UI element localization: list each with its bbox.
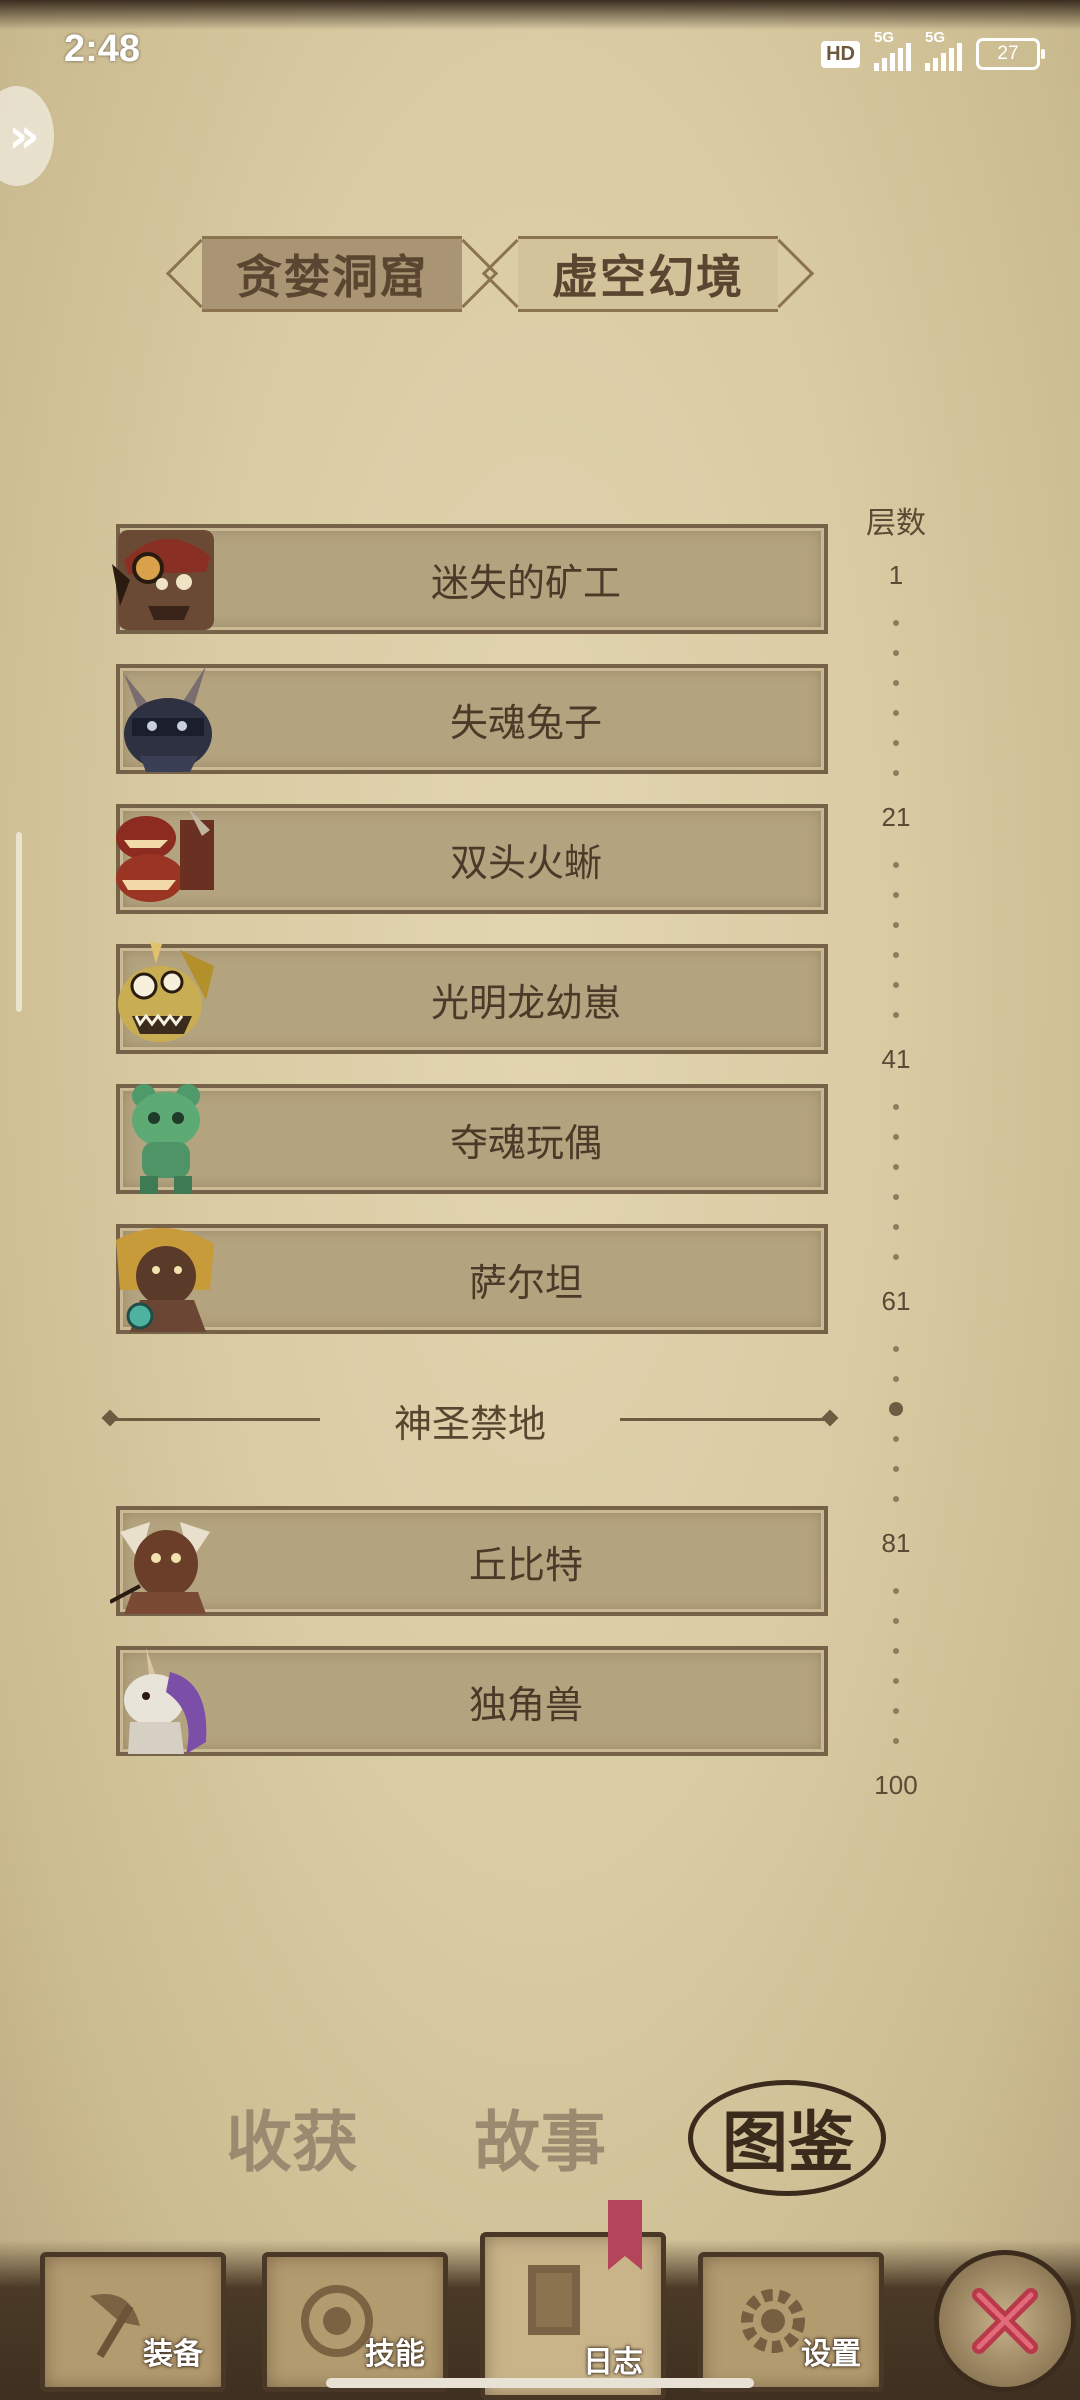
nav-label: 设置: [801, 2337, 861, 2372]
floor-dot: [893, 952, 899, 958]
app-screen: 2:48 HD 5G 5G 27 » 贪婪洞窟 虚空幻境 层数 1 21 41 …: [0, 0, 1080, 2400]
signal-icon: 5G: [925, 29, 962, 71]
tab-harvest[interactable]: 收获: [202, 2092, 382, 2182]
nav-label: 装备: [143, 2337, 203, 2372]
floor-mark: 100: [874, 1770, 918, 1800]
floor-dot: [893, 1648, 899, 1654]
floor-dot: [893, 740, 899, 746]
monster-name: 独角兽: [468, 1682, 583, 1727]
floor-mark: 81: [881, 1528, 911, 1558]
scroll-indicator: [16, 832, 22, 1012]
monster-entry[interactable]: 光明龙幼崽: [116, 942, 828, 1054]
floor-mark: 61: [881, 1286, 911, 1316]
home-indicator: [326, 2378, 754, 2388]
divider-line: [620, 1418, 830, 1421]
tab-void-realm[interactable]: 虚空幻境: [512, 236, 784, 312]
monster-entry[interactable]: 夺魂玩偶: [116, 1084, 828, 1194]
unicorn-portrait-icon: [110, 1642, 220, 1758]
nav-label: 技能: [365, 2337, 425, 2372]
tab-codex[interactable]: 图鉴: [698, 2092, 878, 2182]
floor-dot: [893, 1346, 899, 1352]
sultan-portrait-icon: [110, 1220, 220, 1336]
floor-dot: [893, 1164, 899, 1170]
monster-name: 双头火蜥: [449, 840, 602, 885]
nav-equipment-button[interactable]: 装备: [40, 2252, 226, 2392]
floor-dot: [893, 620, 899, 626]
miner-portrait-icon: [110, 520, 220, 636]
status-icons: HD 5G 5G 27: [821, 29, 1045, 74]
nav-label: 日志: [583, 2345, 643, 2380]
hd-badge: HD: [821, 40, 860, 68]
floor-column-label: 层数: [866, 506, 926, 541]
tab-story[interactable]: 故事: [450, 2092, 630, 2182]
signal-label: 5G: [874, 29, 895, 46]
floor-dot: [893, 922, 899, 928]
soul-doll-portrait-icon: [110, 1080, 220, 1196]
floor-dot: [893, 862, 899, 868]
floor-dot: [893, 710, 899, 716]
nav-settings-button[interactable]: 设置: [698, 2252, 884, 2392]
close-icon: [972, 2288, 1038, 2354]
floor-dot: [893, 982, 899, 988]
monster-entry[interactable]: 迷失的矿工: [112, 524, 828, 634]
floor-dot: [893, 1618, 899, 1624]
double-chevron-right-icon: »: [8, 108, 40, 164]
monster-entry[interactable]: 失魂兔子: [116, 664, 828, 774]
floor-dot: [893, 892, 899, 898]
status-bar: 2:48 HD 5G 5G 27: [0, 0, 1080, 110]
floor-mark: 41: [881, 1044, 911, 1074]
journal-icon: [505, 2251, 605, 2351]
floor-dot: [893, 1254, 899, 1260]
monster-entry[interactable]: 萨尔坦: [116, 1224, 828, 1334]
floor-dot: [893, 1496, 899, 1502]
floor-dot: [893, 1708, 899, 1714]
floor-mark: 21: [881, 802, 911, 832]
battery-icon: 27: [976, 38, 1045, 70]
monster-entry[interactable]: 双头火蜥: [116, 804, 828, 914]
floor-dot: [893, 1376, 899, 1382]
floor-dot: [893, 1436, 899, 1442]
floor-dot: [893, 650, 899, 656]
tab-greedy-cave[interactable]: 贪婪洞窟: [196, 236, 468, 312]
monster-name: 萨尔坦: [468, 1260, 583, 1305]
floor-dot: [893, 1134, 899, 1140]
light-dragon-portrait-icon: [110, 940, 220, 1056]
floor-mark: 1: [888, 560, 904, 590]
floor-dot: [893, 1588, 899, 1594]
monster-name: 丘比特: [468, 1542, 583, 1587]
monster-entry[interactable]: 独角兽: [116, 1646, 828, 1756]
floor-dot: [893, 680, 899, 686]
status-time: 2:48: [64, 28, 141, 70]
cupid-portrait-icon: [110, 1502, 220, 1618]
floor-dot: [893, 1012, 899, 1018]
monster-entry[interactable]: 丘比特: [110, 1506, 828, 1616]
tab-body: 虚空幻境: [518, 236, 778, 312]
tab-label: 贪婪洞窟: [236, 250, 428, 304]
nav-skills-button[interactable]: 技能: [262, 2252, 448, 2392]
close-button[interactable]: [934, 2250, 1076, 2392]
monster-name: 迷失的矿工: [430, 560, 621, 605]
floor-dot: [893, 1194, 899, 1200]
signal-label: 5G: [925, 29, 946, 46]
floor-dot: [893, 770, 899, 776]
tab-label: 虚空幻境: [552, 250, 744, 304]
floor-dot: [893, 1678, 899, 1684]
current-floor-marker: [889, 1402, 903, 1416]
tab-body: 贪婪洞窟: [202, 236, 462, 312]
sacred-section-divider: 神圣禁地: [101, 1390, 839, 1450]
monster-name: 光明龙幼崽: [430, 980, 621, 1025]
monster-name: 夺魂玩偶: [449, 1120, 602, 1165]
rabbit-portrait-icon: [110, 660, 220, 776]
floor-dot: [893, 1466, 899, 1472]
floor-dot: [893, 1738, 899, 1744]
floor-dot: [893, 1224, 899, 1230]
floor-dot: [893, 1104, 899, 1110]
fire-lizard-portrait-icon: [110, 800, 220, 916]
signal-icon: 5G: [874, 29, 911, 71]
monster-name: 失魂兔子: [449, 700, 602, 745]
